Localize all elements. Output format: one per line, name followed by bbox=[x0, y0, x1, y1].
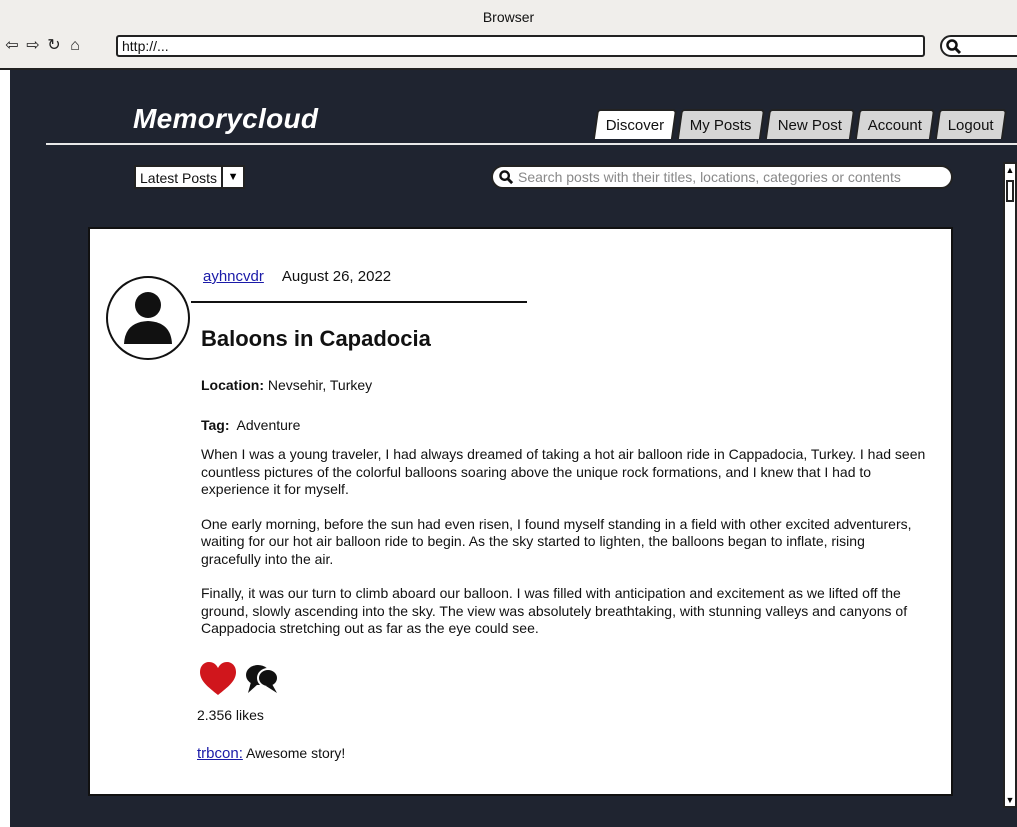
tab-my-posts[interactable]: My Posts bbox=[677, 109, 766, 139]
post-paragraph: Finally, it was our turn to climb aboard… bbox=[201, 585, 908, 636]
search-icon bbox=[499, 169, 514, 184]
tab-new-post[interactable]: New Post bbox=[764, 109, 856, 139]
comment-author-link[interactable]: trbcon: bbox=[197, 745, 243, 762]
browser-chrome: Browser ⇦ ⇨ ↻ ⌂ http://... bbox=[0, 0, 1017, 70]
app-viewport: Memorycloud Discover My Posts New Post A… bbox=[10, 70, 1017, 827]
tab-account[interactable]: Account bbox=[855, 109, 936, 139]
sort-selected-label: Latest Posts bbox=[140, 170, 218, 186]
post-card: ayhncvdr August 26, 2022 Baloons in Capa… bbox=[88, 227, 953, 796]
browser-search-box[interactable] bbox=[940, 35, 1017, 57]
address-bar[interactable]: http://... bbox=[116, 35, 925, 57]
header-divider bbox=[46, 143, 1017, 145]
post-meta: ayhncvdr August 26, 2022 bbox=[203, 268, 391, 285]
post-search-input[interactable] bbox=[514, 168, 951, 186]
comments-icon[interactable] bbox=[244, 663, 280, 695]
chevron-down-icon[interactable]: ▼ bbox=[221, 167, 243, 187]
browser-nav: ⇦ ⇨ ↻ ⌂ bbox=[4, 37, 83, 55]
post-date: August 26, 2022 bbox=[281, 268, 392, 285]
scroll-up-arrow[interactable]: ▲ bbox=[1005, 164, 1015, 176]
meta-divider bbox=[191, 301, 527, 303]
brand-logo[interactable]: Memorycloud bbox=[133, 103, 318, 135]
search-icon bbox=[946, 39, 962, 55]
post-paragraph: One early morning, before the sun had ev… bbox=[201, 515, 912, 567]
tab-logout[interactable]: Logout bbox=[935, 109, 1008, 139]
post-actions bbox=[198, 661, 280, 697]
heart-icon[interactable] bbox=[198, 661, 238, 697]
post-location: Location: Nevsehir, Turkey bbox=[201, 377, 373, 393]
forward-icon[interactable]: ⇨ bbox=[25, 37, 41, 55]
post-paragraph: When I was a young traveler, I had alway… bbox=[201, 446, 926, 497]
scrollbar[interactable]: ▲ ▼ bbox=[1003, 162, 1017, 808]
comment-text: Awesome story! bbox=[245, 745, 346, 761]
sort-dropdown[interactable]: Latest Posts ▼ bbox=[134, 165, 246, 189]
scroll-down-arrow[interactable]: ▼ bbox=[1005, 794, 1015, 806]
post-search-bar[interactable] bbox=[491, 165, 953, 189]
home-icon[interactable]: ⌂ bbox=[67, 37, 83, 55]
back-icon[interactable]: ⇦ bbox=[4, 37, 20, 55]
post-title: Baloons in Capadocia bbox=[201, 326, 431, 351]
window-title: Browser bbox=[482, 9, 535, 25]
scroll-thumb[interactable] bbox=[1006, 180, 1014, 202]
post-tag: Tag: Adventure bbox=[201, 417, 301, 433]
like-count: 2.356 likes bbox=[197, 707, 264, 723]
main-nav: Discover My Posts New Post Account Logou… bbox=[592, 109, 1008, 139]
reload-icon[interactable]: ↻ bbox=[46, 37, 62, 55]
author-link[interactable]: ayhncvdr bbox=[203, 268, 264, 285]
comment-item: trbcon: Awesome story! bbox=[197, 745, 345, 762]
user-avatar-icon[interactable] bbox=[106, 276, 190, 360]
tab-discover[interactable]: Discover bbox=[592, 109, 678, 139]
post-body: When I was a young traveler, I had alway… bbox=[201, 446, 927, 655]
